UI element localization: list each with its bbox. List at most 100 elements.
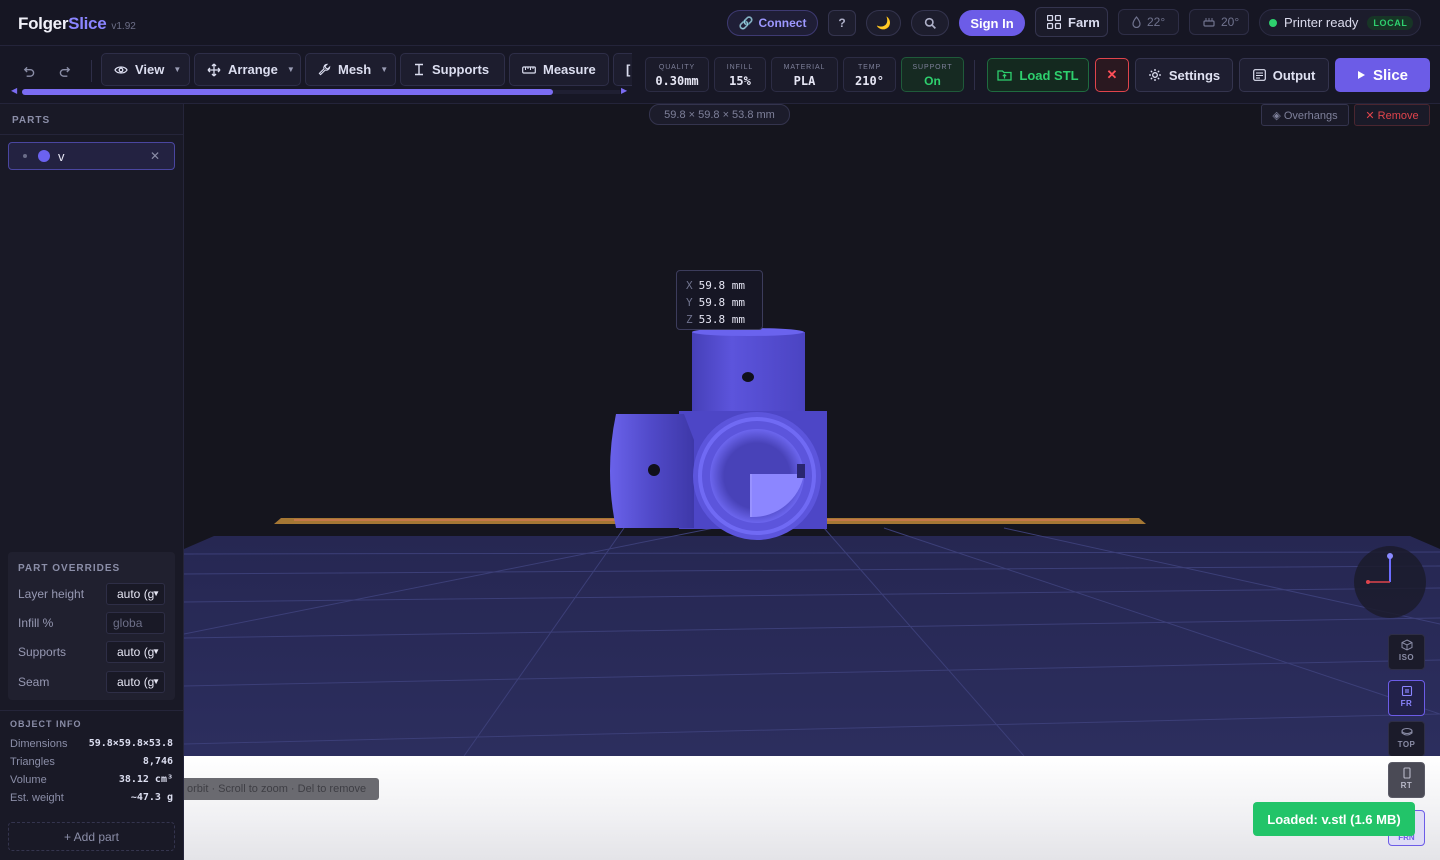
ruler-icon: [522, 65, 536, 74]
output-button[interactable]: Output: [1239, 58, 1329, 92]
seam-select[interactable]: auto (g ▼: [106, 671, 165, 693]
divider: [91, 60, 92, 82]
remove-button[interactable]: ✕ Remove: [1354, 104, 1430, 126]
dimensions-tooltip: X 59.8 mm Y 59.8 mm Z 53.8 mm: [676, 270, 763, 330]
document-icon: [1252, 69, 1266, 81]
measure-button[interactable]: Measure: [509, 53, 609, 86]
front-view-icon: [1401, 685, 1412, 697]
drag-handle-icon[interactable]: [23, 154, 27, 158]
dim-y: Y 59.8 mm: [686, 296, 745, 309]
parts-title: PARTS: [12, 115, 51, 126]
nozzle-temp-indicator: 22°: [1118, 9, 1179, 35]
layer-height-select[interactable]: auto (g ▼: [106, 583, 165, 605]
material-stat[interactable]: MATERIAL PLA: [771, 57, 838, 92]
scroll-right-icon[interactable]: ▶: [621, 86, 627, 95]
theme-toggle-button[interactable]: 🌙: [866, 10, 901, 36]
supports-row: Supports auto (g ▼: [18, 641, 166, 663]
support-icon: [415, 63, 423, 76]
more-tools-button[interactable]: [: [613, 53, 632, 86]
axis-gizmo[interactable]: [1354, 546, 1426, 618]
quality-stat[interactable]: QUALITY 0.30mm: [645, 57, 709, 92]
bed-icon: [1203, 18, 1215, 27]
eye-icon: [114, 65, 128, 74]
add-part-button[interactable]: + Add part: [8, 822, 175, 851]
arrange-menu-button[interactable]: Arrange ▼: [194, 53, 301, 86]
chevron-down-icon: ▼: [152, 647, 160, 656]
toolbar: View ▼ Arrange ▼ Mesh ▼ Supports Measure [ …: [0, 46, 1440, 104]
support-stat[interactable]: SUPPORT On: [901, 57, 964, 92]
part-color-swatch[interactable]: [38, 150, 50, 162]
infill-row: Infill % globa: [18, 612, 166, 634]
view-top-button[interactable]: TOP: [1388, 721, 1425, 757]
undo-icon: [23, 66, 34, 77]
status-badge: LOCAL: [1367, 15, 1414, 30]
divider: [974, 60, 975, 90]
tool-strip[interactable]: View ▼ Arrange ▼ Mesh ▼ Supports Measure [ …: [0, 46, 632, 104]
sidebar: PARTS v ✕ PART OVERRIDES Layer height au…: [0, 104, 184, 860]
info-dimensions: Dimensions 59.8×59.8×53.8: [10, 738, 173, 750]
help-button[interactable]: ?: [828, 10, 856, 36]
app-logo: FolgerSlice v1.92: [18, 14, 136, 33]
chevron-down-icon: ▼: [152, 677, 160, 686]
view-iso-button[interactable]: ISO: [1388, 634, 1425, 670]
undo-button[interactable]: [14, 58, 42, 84]
wrench-icon: [318, 63, 331, 76]
object-info-title: OBJECT INFO: [10, 719, 82, 729]
part-overrides-panel: PART OVERRIDES Layer height auto (g ▼ Inf…: [8, 552, 175, 700]
view-menu-button[interactable]: View ▼: [101, 53, 190, 86]
info-weight: Est. weight ~47.3 g: [10, 792, 173, 804]
chevron-down-icon: ▼: [152, 589, 160, 598]
farm-button[interactable]: Farm: [1035, 7, 1108, 37]
controls-hint: orbit · Scroll to zoom · Del to remove: [184, 778, 379, 800]
temp-stat[interactable]: TEMP 210°: [843, 57, 896, 92]
load-stl-button[interactable]: Load STL: [987, 58, 1089, 92]
slice-button[interactable]: Slice: [1335, 58, 1430, 92]
scene-canvas[interactable]: [184, 104, 1440, 756]
search-button[interactable]: [911, 10, 949, 36]
seam-row: Seam auto (g ▼: [18, 671, 166, 693]
view-front-button[interactable]: FR: [1388, 680, 1425, 716]
link-icon: 🔗: [738, 16, 754, 30]
top-view-icon: [1400, 727, 1413, 736]
toolbar-scrollbar-thumb[interactable]: [22, 89, 553, 95]
moon-icon: 🌙: [876, 16, 891, 30]
bracket-icon: [: [626, 62, 631, 77]
infill-input[interactable]: globa: [106, 612, 165, 634]
chevron-down-icon: ▼: [173, 65, 182, 74]
infill-stat[interactable]: INFILL 15%: [714, 57, 766, 92]
grid-icon: [1047, 15, 1061, 29]
build-plate: [184, 536, 1440, 756]
overhangs-toggle[interactable]: ◈ Overhangs: [1261, 104, 1349, 126]
3d-viewport[interactable]: 59.8 × 59.8 × 53.8 mm ◈ Overhangs ✕ Remo…: [184, 104, 1440, 860]
overrides-title: PART OVERRIDES: [18, 563, 121, 574]
nozzle-icon: [1132, 16, 1141, 28]
supports-select[interactable]: auto (g ▼: [106, 641, 165, 663]
redo-button[interactable]: [51, 58, 79, 84]
dimensions-chip: 59.8 × 59.8 × 53.8 mm: [649, 104, 790, 125]
play-icon: [1357, 71, 1365, 79]
mesh-menu-button[interactable]: Mesh ▼: [305, 53, 396, 86]
app-version: v1.92: [111, 21, 136, 32]
redo-icon: [59, 66, 70, 77]
settings-button[interactable]: Settings: [1135, 58, 1233, 92]
divider: [0, 710, 183, 711]
info-volume: Volume 38.12 cm³: [10, 774, 173, 786]
part-list-item[interactable]: v ✕: [8, 142, 175, 170]
info-triangles: Triangles 8,746: [10, 756, 173, 768]
dim-z: Z 53.8 mm: [686, 313, 745, 326]
view-right-button[interactable]: RT: [1388, 762, 1425, 798]
printer-status[interactable]: Printer ready LOCAL: [1259, 9, 1421, 36]
connect-button[interactable]: 🔗 Connect: [727, 10, 818, 36]
chevron-down-icon: ▼: [286, 65, 295, 74]
divider: [0, 134, 183, 135]
remove-part-icon[interactable]: ✕: [150, 149, 160, 163]
part-name: v: [58, 148, 65, 164]
model-part[interactable]: [610, 328, 827, 540]
bed-temp-indicator: 20°: [1189, 9, 1249, 35]
close-icon[interactable]: ✕: [1095, 58, 1129, 92]
supports-button[interactable]: Supports: [400, 53, 505, 86]
scroll-left-icon[interactable]: ◀: [11, 86, 17, 95]
sign-in-button[interactable]: Sign In: [959, 10, 1025, 36]
right-view-icon: [1402, 767, 1411, 779]
cube-icon: [1401, 639, 1412, 651]
